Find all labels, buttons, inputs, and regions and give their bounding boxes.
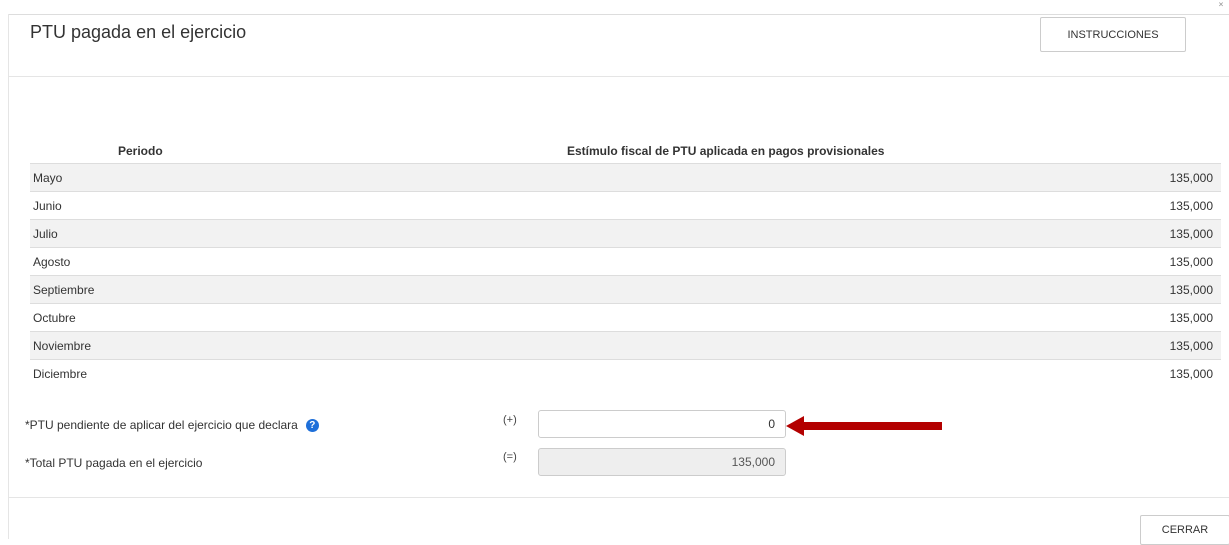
period-cell: Julio (33, 226, 58, 241)
period-cell: Diciembre (33, 366, 88, 381)
ptu-pending-label-row: *PTU pendiente de aplicar del ejercicio … (25, 418, 319, 432)
red-arrow-left-icon (786, 416, 942, 436)
ptu-pending-input[interactable]: 0 (538, 410, 786, 438)
equals-sign: (=) (503, 451, 517, 463)
footer-divider (8, 497, 1229, 498)
instructions-button[interactable]: INSTRUCCIONES (1040, 17, 1186, 52)
period-cell: Noviembre (33, 338, 92, 353)
table-row: Noviembre 135,000 (30, 331, 1221, 359)
value-cell: 135,000 (1169, 198, 1213, 213)
period-cell: Mayo (33, 170, 63, 185)
help-icon[interactable]: ? (305, 418, 319, 432)
table-row: Diciembre 135,000 (30, 359, 1221, 387)
modal-left-border (8, 14, 9, 539)
modal-corner-close-icon[interactable]: ˟ (1219, 0, 1223, 14)
value-cell: 135,000 (1169, 226, 1213, 241)
table-row: Agosto 135,000 (30, 247, 1221, 275)
period-cell: Agosto (33, 254, 71, 269)
value-cell: 135,000 (1169, 338, 1213, 353)
close-button[interactable]: CERRAR (1140, 515, 1229, 545)
column-header-estimulo: Estímulo fiscal de PTU aplicada en pagos… (567, 144, 885, 158)
modal-top-border (8, 14, 1229, 15)
page-title: PTU pagada en el ejercicio (30, 22, 247, 42)
ptu-pending-label: *PTU pendiente de aplicar del ejercicio … (25, 418, 298, 432)
value-cell: 135,000 (1169, 254, 1213, 269)
value-cell: 135,000 (1169, 170, 1213, 185)
table-row: Junio 135,000 (30, 191, 1221, 219)
header-divider (8, 76, 1229, 77)
period-cell: Junio (33, 198, 62, 213)
value-cell: 135,000 (1169, 282, 1213, 297)
table-row: Septiembre 135,000 (30, 275, 1221, 303)
table-row: Julio 135,000 (30, 219, 1221, 247)
total-ptu-label: *Total PTU pagada en el ejercicio (25, 456, 203, 470)
column-header-periodo: Periodo (118, 144, 163, 158)
value-cell: 135,000 (1169, 310, 1213, 325)
total-ptu-field: 135,000 (538, 448, 786, 476)
plus-sign: (+) (503, 414, 517, 426)
ptu-table: Mayo 135,000 Junio 135,000 Julio 135,000… (30, 163, 1221, 387)
period-cell: Septiembre (33, 282, 95, 297)
value-cell: 135,000 (1169, 366, 1213, 381)
table-row: Mayo 135,000 (30, 163, 1221, 191)
period-cell: Octubre (33, 310, 76, 325)
table-row: Octubre 135,000 (30, 303, 1221, 331)
